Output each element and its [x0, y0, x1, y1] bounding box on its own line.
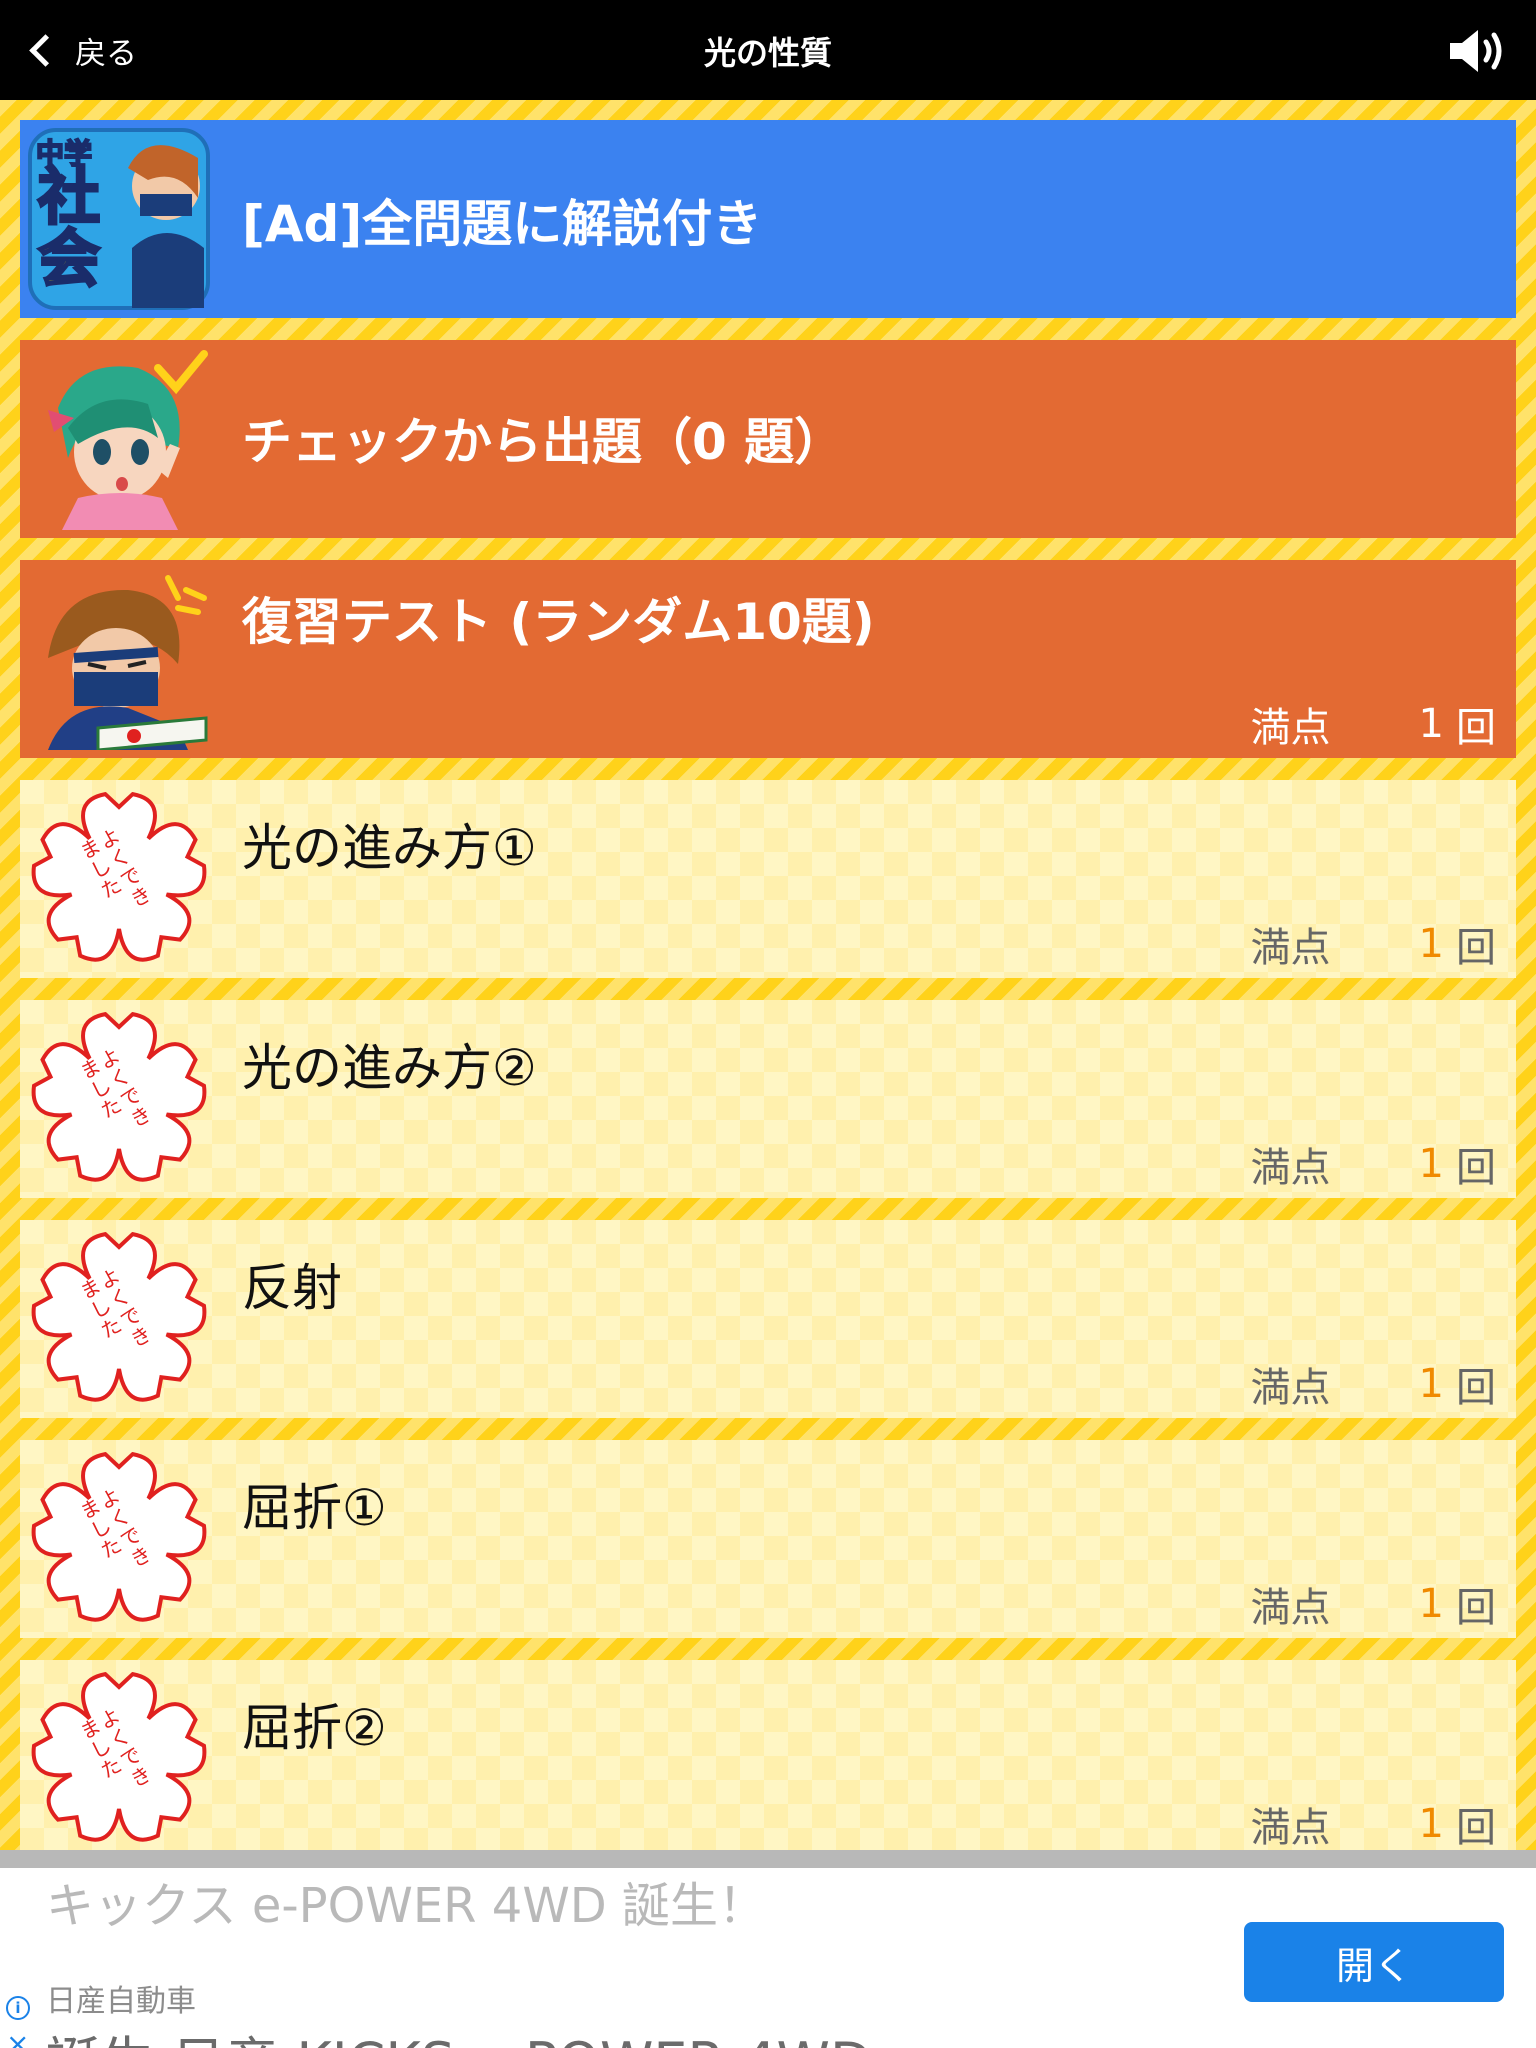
lesson-score: 満点 1 回 — [1250, 1578, 1496, 1631]
perfect-score-count: 1 — [1418, 1141, 1444, 1187]
perfect-score-label: 満点 — [1250, 1145, 1331, 1191]
lesson-row[interactable]: よくできました 光の進み方① 満点 1 回 — [20, 780, 1516, 978]
ad-main-text: 誕生 日産 KICKS e-POWER 4WD — [46, 2018, 872, 2048]
lesson-title: 屈折① — [242, 1479, 387, 1537]
lesson-score: 満点 1 回 — [1250, 1138, 1496, 1191]
lesson-row[interactable]: よくできました 光の進み方② 満点 1 回 — [20, 1000, 1516, 1198]
ad-headline: キックス e-POWER 4WD 誕生！ — [46, 1878, 767, 1934]
perfect-score-count: 1 — [1418, 701, 1444, 747]
review-test-title: 復習テスト (ランダム10題) — [242, 593, 875, 651]
sakura-stamp-icon: よくできました — [31, 1011, 207, 1182]
perfect-score-unit: 回 — [1456, 1805, 1496, 1850]
lesson-score: 満点 1 回 — [1250, 1358, 1496, 1411]
perfect-score-count: 1 — [1418, 921, 1444, 967]
lesson-score: 満点 1 回 — [1250, 918, 1496, 971]
ad-icon-text-main: 社会 — [37, 160, 102, 295]
perfect-score-count: 1 — [1418, 1801, 1444, 1847]
page-title: 光の性質 — [703, 34, 832, 72]
lesson-row[interactable]: よくできました 屈折② 満点 1 回 — [20, 1660, 1516, 1850]
lesson-score: 満点 1 回 — [1251, 1798, 1496, 1850]
perfect-score-label: 満点 — [1250, 1585, 1331, 1631]
navigation-bar: 戻る 光の性質 — [0, 0, 1536, 100]
perfect-score-count: 1 — [1418, 1361, 1444, 1407]
perfect-score-unit: 回 — [1456, 1145, 1496, 1191]
perfect-score-unit: 回 — [1456, 705, 1496, 751]
ad-app-row[interactable]: 中学 社会 [Ad]全問題に解説付き — [20, 120, 1516, 318]
perfect-score-unit: 回 — [1456, 925, 1496, 971]
girl-character-icon — [48, 350, 208, 530]
ninja-boy-character-icon — [48, 575, 208, 750]
sakura-stamp-icon: よくできました — [31, 791, 207, 962]
sakura-stamp-icon: よくできました — [31, 1671, 207, 1842]
lesson-row[interactable]: よくできました 反射 満点 1 回 — [20, 1220, 1516, 1418]
ad-row-title: [Ad]全問題に解説付き — [242, 195, 763, 253]
perfect-score-label: 満点 — [1250, 705, 1331, 751]
review-test-row[interactable]: 復習テスト (ランダム10題) 満点 1 回 — [20, 560, 1516, 758]
ad-close-icon[interactable]: × — [6, 2030, 29, 2048]
perfect-score-label: 満点 — [1250, 1805, 1331, 1850]
perfect-score-label: 満点 — [1250, 1365, 1331, 1411]
lesson-row[interactable]: よくできました 屈折① 満点 1 回 — [20, 1440, 1516, 1638]
check-quiz-title: チェックから出題（0 題） — [242, 413, 845, 471]
perfect-score-label: 満点 — [1250, 925, 1331, 971]
ad-divider — [0, 1850, 1536, 1868]
lesson-title: 光の進み方① — [242, 819, 537, 877]
perfect-score-unit: 回 — [1456, 1365, 1496, 1411]
ad-open-button[interactable]: 開く — [1244, 1922, 1504, 2002]
check-quiz-row[interactable]: チェックから出題（0 題） — [20, 340, 1516, 538]
sakura-stamp-icon: よくできました — [31, 1231, 207, 1402]
menu-list: 中学 社会 [Ad]全問題に解説付き チェックから出題（0 題） 復習テスト (… — [0, 100, 1536, 1850]
ad-info-icon[interactable]: i — [6, 1996, 30, 2020]
lesson-title: 反射 — [242, 1259, 342, 1317]
speaker-icon[interactable] — [1446, 26, 1510, 76]
lesson-title: 屈折② — [242, 1699, 387, 1757]
ad-advertiser: 日産自動車 — [46, 1984, 196, 2019]
ad-banner[interactable]: キックス e-POWER 4WD 誕生！ 日産自動車 誕生 日産 KICKS e… — [0, 1850, 1536, 2048]
perfect-score-unit: 回 — [1456, 1585, 1496, 1631]
sakura-stamp-icon: よくできました — [31, 1451, 207, 1622]
review-score: 満点 1 回 — [1250, 698, 1496, 751]
lesson-title: 光の進み方② — [242, 1039, 537, 1097]
perfect-score-count: 1 — [1418, 1581, 1444, 1627]
